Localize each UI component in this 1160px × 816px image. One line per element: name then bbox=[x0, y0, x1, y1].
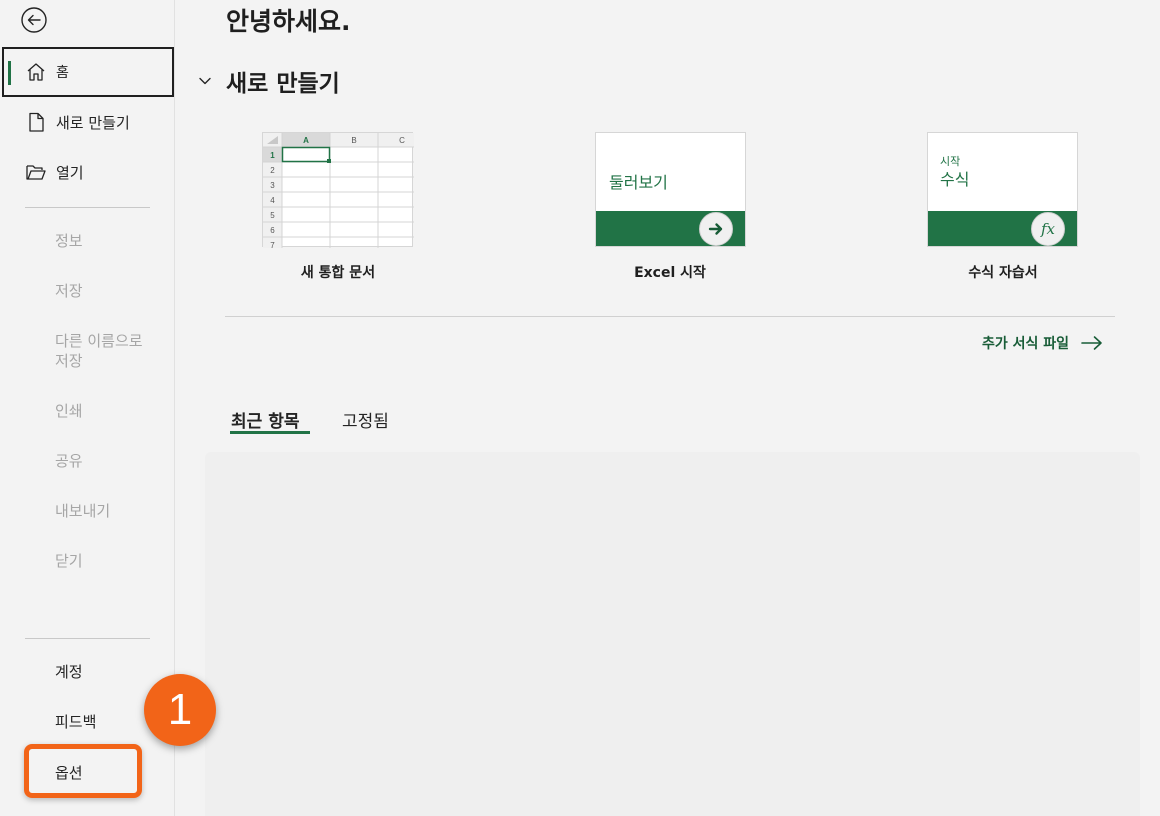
sheet-row-header: 1 bbox=[270, 151, 275, 160]
more-templates-link[interactable]: 추가 서식 파일 bbox=[982, 333, 1103, 353]
template-blank-workbook[interactable]: A B C 1 2 3 4 5 6 7 bbox=[262, 132, 414, 248]
nav-new-label: 새로 만들기 bbox=[56, 113, 130, 132]
template-excel-tour-label: Excel 시작 bbox=[634, 265, 706, 281]
formula-tile-text: 수식 bbox=[940, 170, 970, 189]
nav-open-label: 열기 bbox=[56, 163, 84, 182]
sheet-row-header: 6 bbox=[270, 226, 275, 235]
nav-save-as-line1: 다른 이름으로 bbox=[55, 332, 143, 350]
step-number-badge: 1 bbox=[144, 674, 216, 746]
template-formula-tutorial[interactable]: 시작 수식 fx bbox=[927, 132, 1078, 247]
greeting-title: 안녕하세요. bbox=[226, 7, 351, 36]
sheet-active-cell bbox=[281, 146, 331, 163]
nav-save[interactable]: 저장 bbox=[55, 281, 83, 301]
nav-home-label: 홈 bbox=[56, 65, 69, 81]
nav-home[interactable]: 홈 bbox=[2, 47, 174, 97]
nav-new[interactable]: 새로 만들기 bbox=[2, 97, 174, 147]
sheet-col-header: A bbox=[303, 136, 309, 145]
sheet-row-header: 4 bbox=[270, 196, 275, 205]
nav-save-as-line2: 저장 bbox=[55, 352, 83, 370]
sheet-fill-handle bbox=[327, 159, 331, 163]
template-formula-tutorial-label: 수식 자습서 bbox=[968, 265, 1038, 281]
section-divider bbox=[225, 316, 1115, 317]
tour-tile-text: 둘러보기 bbox=[609, 173, 668, 192]
nav-share[interactable]: 공유 bbox=[55, 451, 83, 471]
folder-open-icon bbox=[24, 160, 48, 184]
arrow-right-circle-icon bbox=[699, 212, 733, 246]
new-section-title: 새로 만들기 bbox=[226, 71, 340, 97]
sheet-row-header: 3 bbox=[270, 181, 275, 190]
nav-export[interactable]: 내보내기 bbox=[55, 501, 110, 521]
template-blank-workbook-label: 새 통합 문서 bbox=[300, 265, 376, 281]
more-templates-label: 추가 서식 파일 bbox=[982, 336, 1070, 352]
nav-open[interactable]: 열기 bbox=[2, 147, 174, 197]
nav-print[interactable]: 인쇄 bbox=[55, 401, 83, 421]
sheet-row-header: 5 bbox=[270, 211, 275, 220]
options-highlight-box bbox=[24, 744, 142, 798]
tab-pinned[interactable]: 고정됨 bbox=[342, 407, 389, 432]
sidebar-divider bbox=[25, 207, 150, 208]
tab-recent[interactable]: 최근 항목 bbox=[231, 407, 299, 432]
arrow-right-icon bbox=[1081, 336, 1102, 350]
home-icon bbox=[24, 60, 48, 84]
nav-info[interactable]: 정보 bbox=[55, 231, 83, 251]
back-arrow-icon bbox=[21, 7, 47, 33]
nav-close[interactable]: 닫기 bbox=[55, 551, 83, 571]
spreadsheet-preview-icon: A B C 1 2 3 4 5 6 7 bbox=[263, 133, 414, 248]
chevron-down-icon bbox=[199, 77, 211, 85]
sheet-row-header: 7 bbox=[270, 241, 275, 248]
back-button[interactable] bbox=[20, 6, 48, 34]
nav-feedback[interactable]: 피드백 bbox=[55, 712, 96, 732]
new-file-icon bbox=[24, 110, 48, 134]
nav-account[interactable]: 계정 bbox=[55, 662, 83, 682]
sheet-row-header: 2 bbox=[270, 166, 275, 175]
fx-icon: fx bbox=[1031, 212, 1065, 246]
nav-save-as[interactable]: 다른 이름으로 저장 bbox=[55, 331, 143, 371]
new-section-header[interactable]: 새로 만들기 bbox=[196, 64, 340, 98]
sheet-col-header: B bbox=[351, 136, 356, 145]
sheet-col-header: C bbox=[399, 136, 405, 145]
recent-files-list bbox=[205, 452, 1140, 816]
sidebar-divider-bottom bbox=[25, 638, 150, 639]
tab-recent-underline bbox=[230, 431, 310, 434]
template-excel-tour[interactable]: 둘러보기 bbox=[595, 132, 746, 247]
